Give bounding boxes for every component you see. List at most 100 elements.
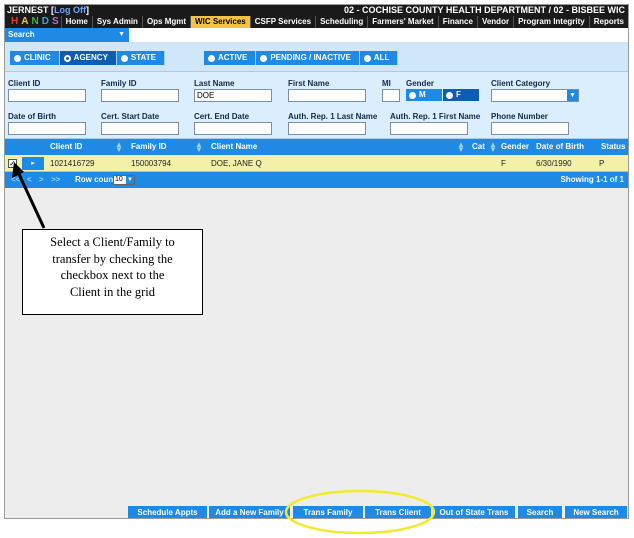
sort-icon[interactable]: ▲ ▼ [457, 141, 465, 154]
auth-rep-first-label: Auth. Rep. 1 First Name [390, 112, 481, 121]
radio-icon [260, 54, 268, 62]
row-count-value: 10 [115, 176, 123, 183]
auth-rep-last-input[interactable] [288, 122, 366, 135]
scope-state-radio[interactable]: STATE [116, 51, 165, 65]
phone-input[interactable] [491, 122, 569, 135]
nav-reports[interactable]: Reports [588, 16, 628, 28]
last-page-icon[interactable]: >> [51, 172, 60, 188]
new-search-button[interactable]: New Search [565, 506, 627, 518]
cell-gender: F [501, 159, 506, 168]
sort-icon[interactable]: ▲ ▼ [489, 141, 497, 154]
last-name-label: Last Name [194, 79, 235, 88]
dob-input[interactable] [8, 122, 86, 135]
last-name-input[interactable]: DOE [194, 89, 272, 102]
radio-icon [120, 54, 128, 62]
status-all-radio[interactable]: ALL [359, 51, 399, 65]
chevron-down-icon: ▼ [126, 176, 134, 184]
user-info: JERNEST [Log Off] [7, 5, 90, 15]
scope-filter-row: CLINIC AGENCY STATE ACTIVE PENDING / INA… [5, 42, 628, 72]
trans-client-button[interactable]: Trans Client [365, 506, 431, 518]
col-client-id[interactable]: Client ID [50, 139, 82, 155]
col-client-name[interactable]: Client Name [211, 139, 257, 155]
app-logo: HANDS [11, 15, 62, 28]
scope-clinic-radio[interactable]: CLINIC [10, 51, 60, 65]
nav-ops-mgmt[interactable]: Ops Mgmt [141, 16, 190, 28]
row-count-select[interactable]: 10 ▼ [113, 175, 135, 185]
top-bar: JERNEST [Log Off] 02 - COCHISE COUNTY HE… [5, 5, 628, 28]
col-status[interactable]: Status [601, 139, 625, 155]
grid-header: Client ID ▲ ▼ Family ID ▲ ▼ Client Name ▲ ▼… [5, 139, 628, 155]
auth-rep-last-label: Auth. Rep. 1 Last Name [288, 112, 378, 121]
expand-row-icon[interactable]: ▸ [22, 157, 44, 170]
radio-icon [363, 54, 371, 62]
cert-start-input[interactable] [101, 122, 179, 135]
client-category-select[interactable] [491, 89, 579, 102]
radio-selected-icon [63, 54, 71, 62]
action-bar: Schedule Appts Add a New Family Trans Fa… [5, 506, 628, 518]
scope-agency-radio[interactable]: AGENCY [59, 51, 117, 65]
scope-segment: CLINIC AGENCY STATE [10, 51, 165, 65]
search-tab[interactable]: Search ▼ [5, 28, 129, 42]
row-count-label: Row count: [75, 175, 119, 184]
cell-status: P [599, 159, 605, 168]
status-all-label: ALL [373, 53, 390, 62]
scope-state-label: STATE [130, 53, 156, 62]
col-date-of-birth[interactable]: Date of Birth [536, 139, 584, 155]
col-gender[interactable]: Gender [501, 139, 529, 155]
gender-male-radio[interactable]: M [406, 89, 442, 101]
logo-letter: N [31, 16, 42, 27]
row-checkbox[interactable]: ✓ [8, 159, 17, 168]
col-cat[interactable]: Cat [472, 139, 485, 155]
nav-wic-services[interactable]: WIC Services [190, 16, 250, 28]
showing-count: Showing 1-1 of 1 [560, 175, 624, 184]
add-new-family-button[interactable]: Add a New Family [209, 506, 290, 518]
first-page-icon[interactable]: << [11, 172, 20, 188]
nav-vendor[interactable]: Vendor [476, 16, 513, 28]
status-active-radio[interactable]: ACTIVE [204, 51, 257, 65]
client-id-input[interactable] [8, 89, 86, 102]
auth-rep-first-input[interactable] [390, 122, 468, 135]
nav-farmers-market[interactable]: Farmers' Market [367, 16, 438, 28]
first-name-input[interactable] [288, 89, 366, 102]
mi-input[interactable] [382, 89, 400, 102]
out-of-state-trans-button[interactable]: Out of State Trans [433, 506, 515, 518]
logout-link[interactable]: Log Off [54, 5, 86, 15]
radio-icon [446, 91, 453, 99]
family-id-input[interactable] [101, 89, 179, 102]
first-name-label: First Name [288, 79, 330, 88]
gender-female-radio[interactable]: F [443, 89, 479, 101]
schedule-appts-button[interactable]: Schedule Appts [128, 506, 207, 518]
search-criteria-panel: Client ID Family ID Last Name DOE First … [5, 72, 628, 139]
trans-family-button[interactable]: Trans Family [293, 506, 363, 518]
cell-client-name: DOE, JANE Q [211, 159, 262, 168]
col-family-id[interactable]: Family ID [131, 139, 167, 155]
logo-letter: A [21, 16, 32, 27]
cell-family-id: 150003794 [131, 159, 172, 168]
status-active-label: ACTIVE [218, 53, 248, 62]
nav-scheduling[interactable]: Scheduling [315, 16, 367, 28]
search-button[interactable]: Search [518, 506, 562, 518]
main-nav: Home Sys Admin Ops Mgmt WIC Services CSF… [60, 16, 628, 28]
instruction-callout: Select a Client/Family to transfer by ch… [22, 229, 203, 315]
sort-icon[interactable]: ▲ ▼ [115, 141, 123, 154]
cert-end-input[interactable] [194, 122, 272, 135]
sort-icon[interactable]: ▲ ▼ [195, 141, 203, 154]
nav-sys-admin[interactable]: Sys Admin [91, 16, 142, 28]
scope-agency-label: AGENCY [73, 53, 108, 62]
table-row[interactable]: ✓ ▸ 1021416729 150003794 DOE, JANE Q F 6… [5, 155, 628, 172]
status-pending-radio[interactable]: PENDING / INACTIVE [256, 51, 360, 65]
nav-program-integrity[interactable]: Program Integrity [513, 16, 589, 28]
search-tab-row: Search ▼ [5, 28, 628, 42]
callout-line: Client in the grid [69, 284, 156, 299]
next-page-icon[interactable]: > [39, 172, 44, 188]
chevron-down-icon[interactable]: ▼ [567, 90, 578, 101]
nav-home[interactable]: Home [60, 16, 92, 28]
phone-label: Phone Number [491, 112, 548, 121]
logo-letter: H [11, 16, 22, 27]
gender-female-label: F [456, 90, 461, 99]
cert-end-label: Cert. End Date [194, 112, 250, 121]
gender-male-label: M [419, 90, 426, 99]
nav-finance[interactable]: Finance [437, 16, 477, 28]
prev-page-icon[interactable]: < [27, 172, 32, 188]
nav-csfp-services[interactable]: CSFP Services [249, 16, 315, 28]
